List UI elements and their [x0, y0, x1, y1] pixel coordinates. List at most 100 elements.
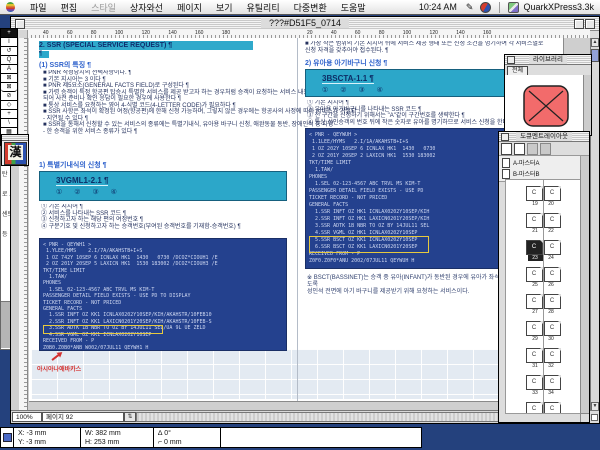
rotation-angle-value[interactable]: ∆ 0°: [158, 429, 216, 438]
menu-view[interactable]: 보기: [209, 1, 240, 14]
x-position-value[interactable]: X: -3 mm: [18, 429, 76, 438]
apple-menu-icon[interactable]: [6, 2, 15, 12]
menu-file[interactable]: 파일: [23, 1, 54, 14]
page-icon[interactable]: C: [544, 375, 561, 390]
polygon-picture-box-tool[interactable]: ◇: [1, 101, 17, 110]
library-content: [505, 75, 584, 135]
menu-edit[interactable]: 편집: [54, 1, 85, 14]
page-icon[interactable]: C: [544, 402, 561, 414]
duplicate-icon[interactable]: [527, 143, 538, 155]
width-value[interactable]: W: 382 mm: [85, 429, 149, 438]
page-icon[interactable]: C: [526, 402, 543, 414]
asiana-abacus-logo: 아시아나애바카스: [37, 364, 81, 373]
vertical-scroll-thumb[interactable]: [591, 49, 599, 62]
background-text-fragment: 탄: [2, 169, 8, 178]
orthogonal-line-tool[interactable]: +: [1, 110, 17, 119]
blank-facing-page-icon[interactable]: [514, 143, 525, 155]
command-notes: ① 기본 지시어 ¶ ② 서비스를 나타내는 SSR 코드 ¶ ③ 신청하고자 …: [41, 204, 291, 230]
oval-picture-box-tool[interactable]: ⊘: [1, 92, 17, 101]
page-icon[interactable]: C: [544, 240, 561, 255]
palette-title: 도큐멘트레이아웃: [516, 132, 572, 141]
palette-title-bar[interactable]: 라이브러리: [505, 55, 591, 65]
meal-request-heading: 1) 특별기내식의 신청 ¶: [39, 160, 106, 170]
master-row[interactable]: B-마스터B: [499, 168, 589, 179]
spread-row[interactable]: CC 2728: [506, 294, 580, 315]
measurement-item-icon: [3, 433, 12, 442]
master-row[interactable]: A-마스터A: [499, 157, 589, 168]
spread-row[interactable]: CC 2122: [506, 213, 580, 234]
window-resize-grip[interactable]: [589, 410, 599, 423]
master-page-icon: [502, 158, 510, 168]
height-value[interactable]: H: 253 mm: [85, 438, 149, 447]
page-icon[interactable]: C: [526, 267, 543, 282]
page-popup-icon[interactable]: ⇅: [124, 412, 136, 422]
page-icon[interactable]: C: [526, 213, 543, 228]
menu-help[interactable]: 도움말: [334, 1, 373, 14]
measurements-empty-area: [221, 428, 421, 447]
ruler-numbers-right-page: 20 40 60 80 100 120 140 160: [307, 30, 557, 36]
spread-row[interactable]: CC 1920: [506, 186, 580, 207]
zoom-tool[interactable]: Q: [1, 56, 17, 65]
page-icon[interactable]: C: [544, 213, 561, 228]
menu-clock[interactable]: 10:24 AM: [413, 2, 463, 12]
background-text-fragment: 등: [2, 229, 8, 238]
page-icon[interactable]: C: [544, 186, 561, 201]
line-tool[interactable]: \: [1, 119, 17, 128]
spread-row-selected[interactable]: CC 2324: [506, 240, 580, 261]
scroll-up-arrow-icon[interactable]: ▲: [591, 38, 599, 47]
rounded-picture-box-tool[interactable]: ⊠: [1, 83, 17, 92]
page-number-field[interactable]: 페이지 92: [42, 412, 124, 422]
spread-row[interactable]: CC 2526: [506, 267, 580, 288]
palette-title-bar[interactable]: 도큐멘트레이아웃: [499, 132, 589, 142]
rect-picture-box-tool[interactable]: ⊠: [1, 74, 17, 83]
menu-utilities[interactable]: 유틸리티: [240, 1, 287, 14]
palette-resize-grip[interactable]: [580, 413, 589, 422]
command-entry: 3BSCTA-1.1 ¶: [322, 74, 374, 84]
text-box-tool[interactable]: A: [1, 65, 17, 74]
rotation-tool[interactable]: ↺: [1, 47, 17, 56]
menu-page[interactable]: 페이지: [170, 1, 209, 14]
window-collapse-box-icon[interactable]: [585, 19, 595, 29]
menu-divider: [499, 2, 500, 13]
page-icon[interactable]: C: [526, 294, 543, 309]
page-icon[interactable]: C: [544, 294, 561, 309]
desktop: 탄 로 보 센트 등 ???#D51F5_0714 40 60 80 100 1…: [0, 0, 600, 450]
window-title-bar[interactable]: ???#D51F5_0714: [11, 17, 599, 31]
layout-palette-scrollbar[interactable]: [580, 170, 589, 422]
delete-icon[interactable]: [540, 143, 551, 155]
blank-single-page-icon[interactable]: [501, 143, 512, 155]
menu-multi-convert[interactable]: 다중변환: [287, 1, 334, 14]
page-icon[interactable]: C: [526, 375, 543, 390]
window-zoom-box-icon[interactable]: [574, 19, 584, 29]
page-icon[interactable]: C: [526, 321, 543, 336]
content-tool[interactable]: I: [1, 38, 17, 47]
spread-row[interactable]: CC 3132: [506, 348, 580, 369]
page-icon-selected[interactable]: C: [526, 240, 543, 255]
close-box-icon[interactable]: [501, 133, 509, 141]
spread-row[interactable]: CC 3334: [506, 375, 580, 396]
hanja-input-palette[interactable]: 漢: [1, 134, 29, 166]
zoom-percentage-field[interactable]: 100%: [12, 412, 42, 422]
spread-row[interactable]: CC 2930: [506, 321, 580, 342]
page-icon[interactable]: C: [544, 348, 561, 363]
page-footer-grid: [31, 349, 560, 399]
application-ball-icon[interactable]: [480, 2, 491, 13]
page-icon[interactable]: C: [526, 348, 543, 363]
corner-radius-value[interactable]: ⌐ 0 mm: [158, 438, 216, 447]
pen-status-icon[interactable]: ✎: [463, 2, 477, 13]
library-item-red-picture-box[interactable]: [523, 85, 569, 127]
menu-item-box-line[interactable]: 상자와선: [123, 1, 170, 14]
continued-bullet-text: ■ 가장 작은 범위의 기본 지시어 뒤에 서비스 제공 형태 또는 신청 조건…: [305, 41, 561, 54]
spread-row[interactable]: CC: [506, 402, 580, 414]
close-box-icon[interactable]: [507, 56, 515, 64]
library-palette: 라이브러리 전체: [504, 54, 592, 136]
y-position-value[interactable]: Y: -3 mm: [18, 438, 76, 447]
item-tool[interactable]: +: [1, 29, 17, 38]
quarkxpress-app-icon[interactable]: [508, 2, 519, 13]
library-scrollbar[interactable]: [584, 75, 591, 135]
master-page-icon: [502, 169, 510, 179]
page-icon[interactable]: C: [544, 267, 561, 282]
page-icon[interactable]: C: [526, 186, 543, 201]
page-icon[interactable]: C: [544, 321, 561, 336]
active-app-name[interactable]: QuarkXPress3.3k: [523, 2, 600, 12]
